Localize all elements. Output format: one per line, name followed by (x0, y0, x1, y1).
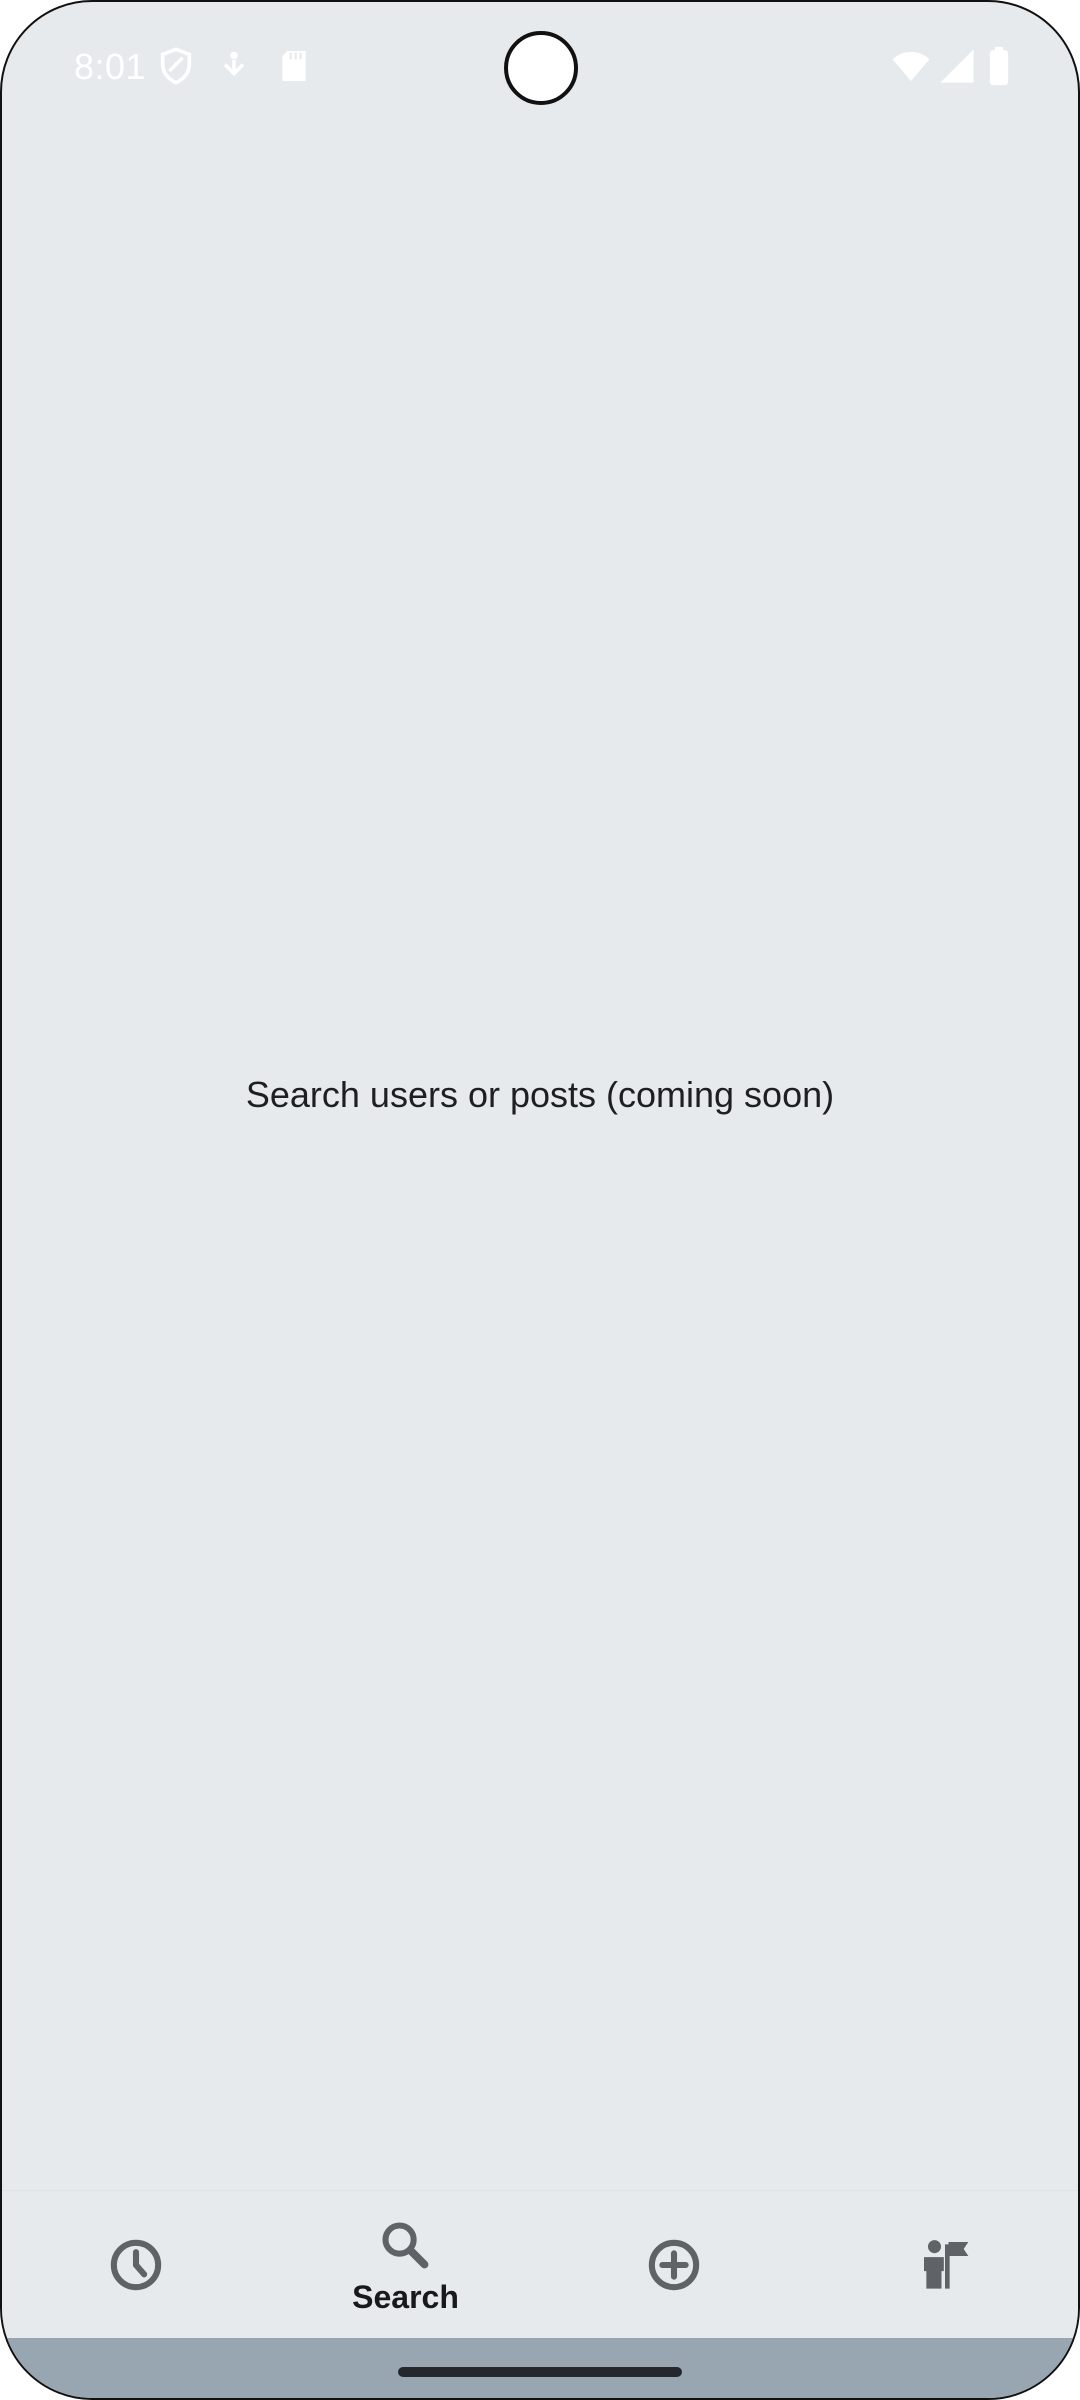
nav-item-recent[interactable] (2, 2191, 271, 2339)
sd-card-icon (282, 51, 306, 81)
shield-icon (160, 47, 192, 85)
nav-item-search[interactable]: Search (271, 2191, 540, 2339)
status-bar: 8:01 (2, 2, 1078, 132)
nav-item-profile[interactable] (809, 2191, 1078, 2339)
clock-icon (110, 2239, 162, 2291)
battery-icon (989, 46, 1009, 86)
home-gesture-handle[interactable] (398, 2367, 682, 2377)
bottom-navigation: Search (2, 2190, 1078, 2339)
download-icon (223, 51, 245, 77)
status-time: 8:01 (74, 46, 147, 87)
nav-label-search: Search (352, 2279, 459, 2315)
search-icon (382, 2222, 429, 2269)
phone-frame: 8:01 Search users or posts (coming soon) (0, 0, 1080, 2400)
system-navigation-bar (2, 2338, 1078, 2398)
wifi-icon (892, 51, 930, 81)
person-flag-icon (924, 2240, 969, 2289)
nav-item-create[interactable] (540, 2191, 809, 2339)
add-circle-icon (648, 2239, 700, 2291)
signal-icon (940, 49, 974, 83)
coming-soon-message: Search users or posts (coming soon) (245, 1074, 835, 1115)
front-camera (504, 31, 578, 105)
